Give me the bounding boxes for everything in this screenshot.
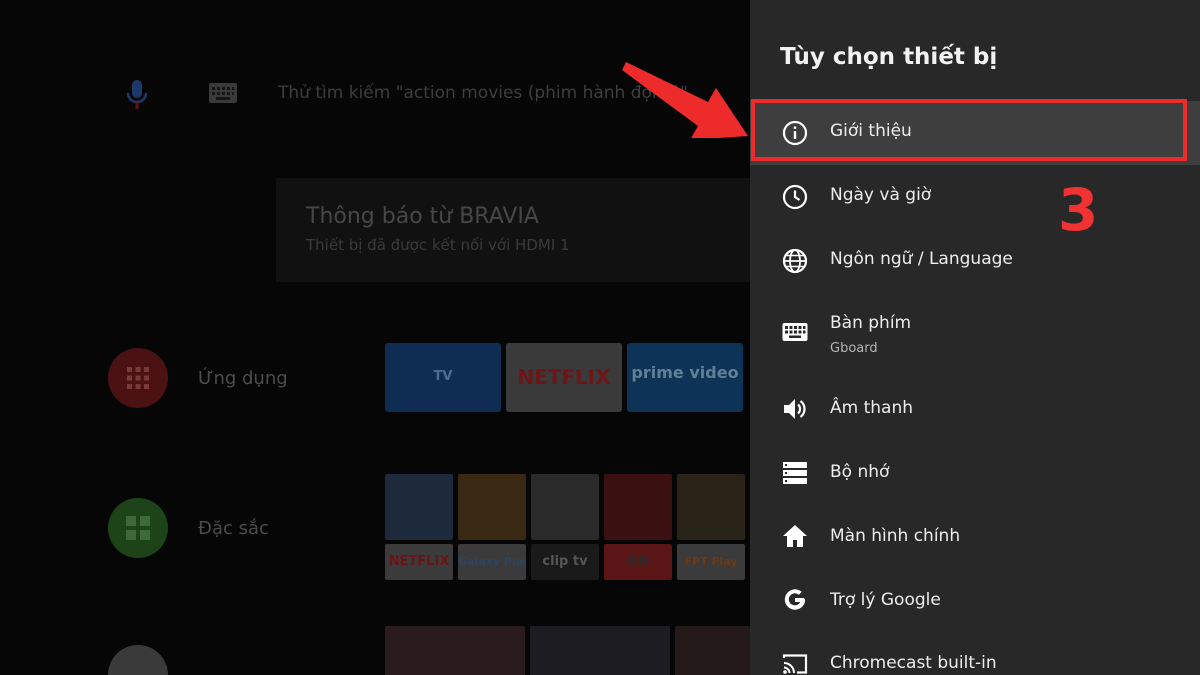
menu-item-sublabel: Gboard [830, 341, 878, 356]
menu-item-sound[interactable]: Âm thanh [750, 378, 1200, 442]
menu-item-google-assistant[interactable]: Trợ lý Google [750, 569, 1200, 633]
menu-item-label: Ngôn ngữ / Language [830, 249, 1013, 269]
volume-icon [780, 394, 810, 424]
menu-item-keyboard[interactable]: Bàn phím Gboard [750, 300, 1200, 364]
keyboard-search-icon[interactable] [208, 82, 238, 104]
featured-thumbnail[interactable] [385, 474, 453, 540]
featured-row-label: Đặc sắc [198, 518, 269, 539]
featured-thumbnail[interactable] [458, 474, 526, 540]
prime-video-app-tile[interactable]: prime video [627, 343, 743, 412]
apps-row-label: Ứng dụng [198, 368, 288, 389]
microphone-icon[interactable] [122, 78, 152, 112]
globe-icon [780, 246, 810, 276]
featured-tag-on: ON [604, 544, 672, 580]
storage-icon [780, 458, 810, 488]
tv-app-tile[interactable]: TV [385, 343, 501, 412]
menu-item-label: Trợ lý Google [830, 590, 941, 610]
notification-title: Thông báo từ BRAVIA [306, 204, 539, 229]
third-row-icon[interactable] [108, 645, 168, 675]
menu-item-chromecast[interactable]: Chromecast built-in [750, 633, 1200, 675]
featured-thumbnail[interactable] [604, 474, 672, 540]
highlight-box [751, 99, 1187, 161]
step-number: 3 [1058, 176, 1099, 244]
featured-row-icon[interactable] [108, 498, 168, 558]
row-thumbnail[interactable] [675, 626, 750, 675]
apps-row-icon[interactable] [108, 348, 168, 408]
notification-subtitle: Thiết bị đã được kết nối với HDMI 1 [306, 236, 570, 254]
menu-item-label: Bộ nhớ [830, 462, 890, 482]
menu-item-date-time[interactable]: Ngày và giờ [750, 165, 1200, 229]
keyboard-icon [780, 317, 810, 347]
tv-app-label: TV [433, 369, 453, 384]
menu-item-label: Màn hình chính [830, 526, 961, 546]
featured-thumbnail[interactable] [531, 474, 599, 540]
menu-item-label: Bàn phím [830, 313, 912, 333]
menu-item-language[interactable]: Ngôn ngữ / Language [750, 229, 1200, 293]
home-icon [780, 521, 810, 551]
featured-tag-galaxy-play: Galaxy Play [458, 544, 526, 580]
menu-item-home-screen[interactable]: Màn hình chính [750, 505, 1200, 569]
row-thumbnail[interactable] [530, 626, 670, 675]
featured-tag-fpt-play: FPT Play [677, 544, 745, 580]
menu-item-label: Chromecast built-in [830, 653, 997, 673]
cast-icon [780, 649, 810, 675]
featured-thumbnail[interactable] [677, 474, 745, 540]
google-icon [780, 585, 810, 615]
featured-tag-netflix: NETFLIX [385, 544, 453, 580]
menu-item-storage[interactable]: Bộ nhớ [750, 441, 1200, 505]
notification-card[interactable]: Thông báo từ BRAVIA Thiết bị đã được kết… [276, 178, 750, 282]
row-thumbnail[interactable] [385, 626, 525, 675]
menu-item-label: Âm thanh [830, 398, 913, 418]
panel-title: Tùy chọn thiết bị [780, 44, 998, 70]
featured-tag-clip-tv: clip tv [531, 544, 599, 580]
clock-icon [780, 182, 810, 212]
menu-item-label: Ngày và giờ [830, 185, 932, 205]
netflix-app-label: NETFLIX [517, 365, 611, 389]
pointer-arrow-icon [622, 62, 748, 138]
prime-video-app-label: prime video [631, 363, 739, 382]
netflix-app-tile[interactable]: NETFLIX [506, 343, 622, 412]
featured-grid-icon [126, 516, 150, 540]
apps-grid-icon [127, 367, 149, 389]
